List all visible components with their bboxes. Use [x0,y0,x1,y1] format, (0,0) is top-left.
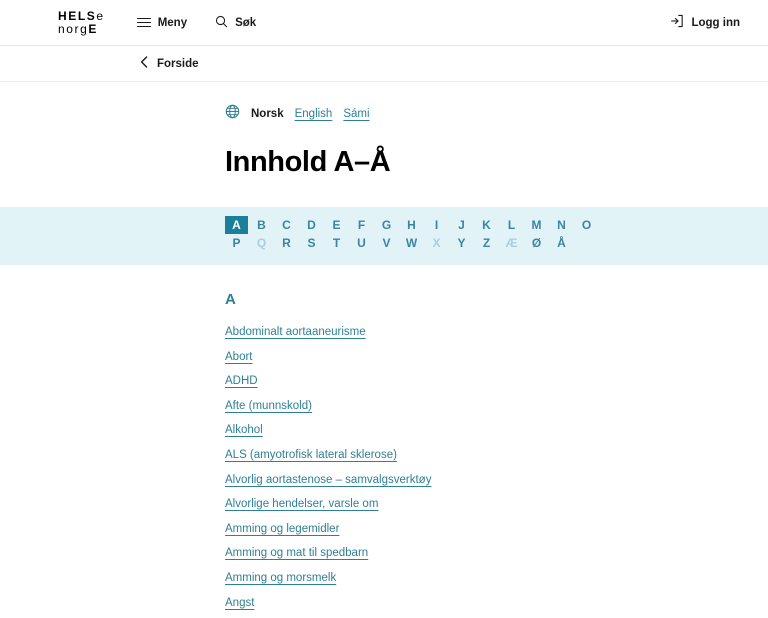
content-list-section: A Abdominalt aortaaneurisme Abort ADHD Afte… [0,265,768,618]
logo-line-2: norgE [58,21,105,36]
list-item: Alvorlig aortastenose – samvalgsverktøy [225,470,768,488]
topic-link[interactable]: ADHD [225,375,258,387]
site-logo[interactable]: HELSe norgE [58,10,105,35]
list-item: ADHD [225,371,768,389]
alphabet-letter-e[interactable]: E [325,216,348,234]
alphabet-letter-t[interactable]: T [325,234,348,252]
search-button[interactable]: Søk [207,9,264,37]
list-item: Alkohol [225,420,768,438]
topic-link[interactable]: ALS (amyotrofisk lateral sklerose) [225,449,397,461]
alphabet-letter-n[interactable]: N [550,216,573,234]
topic-link[interactable]: Abort [225,351,253,363]
language-link-sami[interactable]: Sámi [343,108,369,120]
menu-button-label: Meny [157,16,188,29]
topic-link[interactable]: Afte (munnskold) [225,400,312,412]
topic-list: Abdominalt aortaaneurisme Abort ADHD Afte (… [225,322,768,618]
logo-norge-light: norg [58,21,89,36]
list-item: Alvorlige hendelser, varsle om [225,494,768,512]
login-button-label: Logg inn [691,16,740,29]
topic-link[interactable]: Alkohol [225,424,263,436]
alphabet-letter-q: Q [256,236,267,250]
topic-link[interactable]: Angst [225,597,254,609]
topic-link[interactable]: Abdominalt aortaaneurisme [225,326,366,338]
alphabet-letter-l[interactable]: L [500,216,523,234]
topic-link[interactable]: Amming og morsmelk [225,572,336,584]
logo-norge-bold: E [88,21,99,36]
alphabet-letter-ø[interactable]: Ø [525,234,548,252]
alphabet-letter-i[interactable]: I [425,216,448,234]
alphabet-letter-s[interactable]: S [300,234,323,252]
alphabet-letter-å[interactable]: Å [550,234,573,252]
section-letter-heading: A [225,291,236,308]
alphabet-letter-a[interactable]: A [225,216,248,234]
alphabet-letter-y[interactable]: Y [450,234,473,252]
page-title: Innhold A–Å [225,146,391,178]
list-item: Amming og mat til spedbarn [225,543,768,561]
alphabet-letter-d[interactable]: D [300,216,323,234]
alphabet-letter-æ: Æ [505,236,518,250]
alphabet-row-1: ABCDEFGHIJKLMNO [0,216,768,234]
alphabet-letter-h[interactable]: H [400,216,423,234]
language-selector: Norsk English Sámi [0,82,768,124]
menu-button[interactable]: Meny [129,11,195,35]
language-current-norsk: Norsk [251,108,284,120]
alphabet-letter-u[interactable]: U [350,234,373,252]
list-item: ALS (amyotrofisk lateral sklerose) [225,445,768,463]
hamburger-icon [136,17,151,28]
topic-link[interactable]: Alvorlig aortastenose – samvalgsverktøy [225,474,431,486]
list-item: Amming og morsmelk [225,568,768,586]
alphabet-letter-p[interactable]: P [225,234,248,252]
alphabet-row-2: PQRSTUVWXYZÆØÅ [0,234,768,252]
list-item: Amming og legemidler [225,519,768,537]
alphabet-letter-v[interactable]: V [375,234,398,252]
alphabet-letter-k[interactable]: K [475,216,498,234]
login-button[interactable]: Logg inn [662,8,748,37]
topic-link[interactable]: Alvorlige hendelser, varsle om [225,498,378,510]
globe-icon [225,104,240,124]
list-item: Afte (munnskold) [225,396,768,414]
breadcrumb: Forside [0,46,768,82]
alphabet-navigation: ABCDEFGHIJKLMNO PQRSTUVWXYZÆØÅ [0,207,768,265]
chevron-left-icon [140,56,148,71]
alphabet-letter-b[interactable]: B [250,216,273,234]
alphabet-letter-m[interactable]: M [525,216,548,234]
alphabet-letter-z[interactable]: Z [475,234,498,252]
topic-link[interactable]: Amming og legemidler [225,523,339,535]
list-item: Abort [225,347,768,365]
breadcrumb-label: Forside [157,57,199,70]
alphabet-letter-x: X [432,236,441,250]
search-button-label: Søk [235,16,257,29]
alphabet-letter-r[interactable]: R [275,234,298,252]
alphabet-letter-j[interactable]: J [450,216,473,234]
breadcrumb-link-forside[interactable]: Forside [140,56,199,71]
site-header: HELSe norgE Meny Søk Logg inn [0,0,768,46]
language-link-english[interactable]: English [295,108,333,120]
alphabet-letter-f[interactable]: F [350,216,373,234]
sign-in-icon [670,14,684,31]
list-item: Abdominalt aortaaneurisme [225,322,768,340]
alphabet-letter-g[interactable]: G [375,216,398,234]
alphabet-letter-o[interactable]: O [575,216,598,234]
alphabet-letter-c[interactable]: C [275,216,298,234]
topic-link[interactable]: Amming og mat til spedbarn [225,547,368,559]
list-item: Angst [225,593,768,611]
alphabet-letter-w[interactable]: W [400,234,423,252]
search-icon [215,15,228,31]
